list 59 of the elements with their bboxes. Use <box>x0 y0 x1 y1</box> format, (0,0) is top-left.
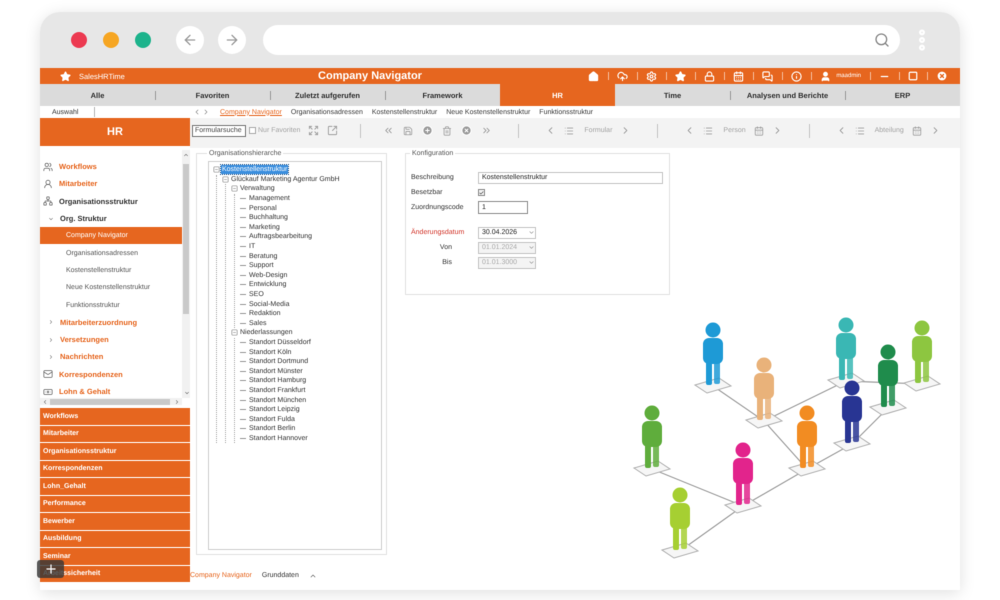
chevron-right-icon[interactable] <box>202 108 210 116</box>
home-icon[interactable] <box>588 70 600 82</box>
minus-square-icon[interactable] <box>231 185 238 192</box>
page-title: Company Navigator <box>317 69 423 84</box>
chevron-right-icon <box>48 319 54 326</box>
chevron-left-icon[interactable] <box>42 398 48 404</box>
chevron-right-icon[interactable] <box>174 399 180 405</box>
people-icon <box>43 162 53 172</box>
minus-square-icon[interactable] <box>222 176 229 183</box>
star-icon <box>60 70 71 82</box>
settings-icon[interactable] <box>646 70 658 82</box>
scrollbar-thumb[interactable] <box>50 398 170 404</box>
lock-icon[interactable] <box>704 70 716 82</box>
chevron-up-icon[interactable] <box>183 152 189 158</box>
chevron-left-icon[interactable] <box>193 108 201 116</box>
calendar-icon[interactable] <box>754 126 764 136</box>
scrollbar-thumb[interactable] <box>183 164 189 314</box>
back-button[interactable] <box>176 26 204 54</box>
close-icon[interactable] <box>936 70 948 82</box>
chevrons-right-icon[interactable] <box>481 125 492 136</box>
trash-icon[interactable] <box>442 126 452 136</box>
vertical-scrollbar[interactable] <box>182 150 190 398</box>
star-icon[interactable] <box>675 70 686 82</box>
address-field[interactable] <box>263 25 900 55</box>
chevron-down-icon[interactable] <box>184 390 190 396</box>
checkbox[interactable] <box>478 189 485 196</box>
user-icon[interactable] <box>820 70 832 82</box>
banknote-icon <box>43 386 53 396</box>
network-icon <box>43 196 53 206</box>
list-icon[interactable] <box>564 126 574 136</box>
chevron-down-icon <box>528 259 535 266</box>
external-link-icon[interactable] <box>327 125 338 136</box>
list-icon[interactable] <box>703 126 714 136</box>
maximize-icon[interactable] <box>908 71 918 81</box>
expand-icon[interactable] <box>308 125 320 136</box>
chevron-right-icon <box>48 336 54 343</box>
horizontal-scrollbar[interactable] <box>40 398 182 405</box>
calendar-icon[interactable] <box>912 126 922 136</box>
chevrons-left-icon[interactable] <box>383 125 394 136</box>
search-icon[interactable] <box>874 32 890 48</box>
chevron-up-icon[interactable] <box>308 572 317 580</box>
forward-button[interactable] <box>218 26 246 54</box>
chevron-down-icon <box>528 244 535 251</box>
minus-square-icon[interactable] <box>231 329 238 336</box>
chevron-down-icon <box>528 229 535 236</box>
mail-icon <box>43 369 53 380</box>
checkbox[interactable] <box>249 127 256 134</box>
chevron-right-icon <box>48 354 54 360</box>
save-icon[interactable] <box>403 126 414 136</box>
plus-circle-icon[interactable] <box>422 125 434 136</box>
x-circle-icon[interactable] <box>461 125 472 136</box>
cloud-upload-icon[interactable] <box>617 70 628 82</box>
chevron-down-icon <box>48 216 54 222</box>
check-icon <box>479 190 484 196</box>
chat-icon[interactable] <box>762 70 774 82</box>
minus-square-icon[interactable] <box>213 166 220 174</box>
sidebar-header: HR <box>40 118 190 146</box>
info-icon[interactable] <box>791 70 802 82</box>
person-icon <box>43 178 53 189</box>
